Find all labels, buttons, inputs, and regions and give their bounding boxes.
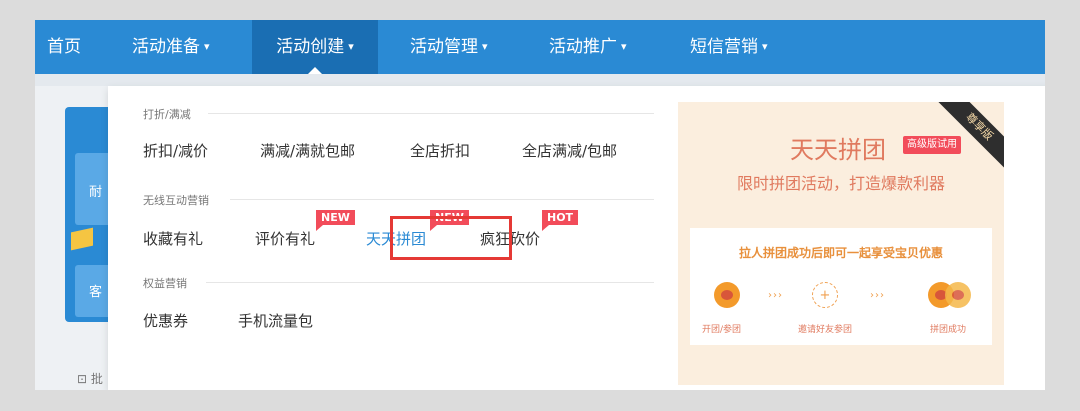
nav-sms-marketing-label: 短信营销 xyxy=(690,37,758,57)
link-review-gift[interactable]: 评价有礼 xyxy=(255,228,315,249)
hot-badge: HOT xyxy=(542,210,579,231)
link-discount[interactable]: 折扣/减价 xyxy=(143,140,208,161)
nav-activity-manage-label: 活动管理 xyxy=(410,37,478,57)
background-button-2-label: 客 xyxy=(89,285,103,300)
nav-activity-create[interactable]: 活动创建 ▾ xyxy=(252,20,378,74)
nav-activity-manage[interactable]: 活动管理 ▾ xyxy=(410,20,488,74)
section-divider xyxy=(206,282,654,283)
link-store-discount[interactable]: 全店折扣 xyxy=(410,140,470,161)
activity-create-dropdown: 打折/满减 折扣/减价 满减/满就包邮 全店折扣 全店满减/包邮 无线互动营销 … xyxy=(108,86,1045,390)
nav-activity-create-label: 活动创建 xyxy=(276,37,345,57)
nav-activity-prepare-label: 活动准备 xyxy=(132,37,200,57)
link-full-reduction[interactable]: 满减/满就包邮 xyxy=(260,140,355,161)
promo-subtitle: 限时拼团活动，打造爆款利器 xyxy=(736,174,945,193)
background-button-1-label: 耐 xyxy=(89,185,103,200)
nav-activity-promote-label: 活动推广 xyxy=(549,37,617,57)
section-title-discount: 打折/满减 xyxy=(143,108,191,121)
link-coupon[interactable]: 优惠券 xyxy=(143,310,188,331)
app-frame: 耐 客 ⊡ 批 码 首页 活动准备▾ 活动创建▾ 活动管理▾ 活动推广▾ 短信营… xyxy=(35,20,1045,390)
promo-title: 天天拼团 xyxy=(790,136,886,164)
mascot-icon xyxy=(714,282,740,308)
batch-link[interactable]: ⊡ 批 xyxy=(77,370,103,387)
arrow-right-icon: ››› xyxy=(870,290,885,301)
step-invite-friends: 邀请好友参团 xyxy=(798,325,853,335)
promo-description: 拉人拼团成功后即可一起享受宝贝优惠 xyxy=(738,246,943,260)
link-store-full-reduction[interactable]: 全店满减/包邮 xyxy=(522,140,617,161)
highlight-box xyxy=(390,216,512,260)
nav-activity-promote[interactable]: 活动推广 ▾ xyxy=(549,20,627,74)
add-friend-icon: + xyxy=(812,282,838,308)
chevron-down-icon: ▾ xyxy=(482,40,488,53)
dropdown-pointer xyxy=(308,67,322,74)
mascot-icon xyxy=(945,282,971,308)
chevron-down-icon: ▾ xyxy=(204,40,210,53)
section-divider xyxy=(230,199,654,200)
link-favorite-gift[interactable]: 收藏有礼 xyxy=(143,228,203,249)
top-navbar: 首页 活动准备 ▾ 活动创建 ▾ 活动管理 ▾ 活动推广 ▾ 短信营销 ▾ xyxy=(35,20,1045,74)
group-buy-promo-card[interactable]: 尊享版 天天拼团 高级版试用 限时拼团活动，打造爆款利器 拉人拼团成功后即可一起… xyxy=(678,102,1004,385)
link-mobile-data[interactable]: 手机流量包 xyxy=(238,310,313,331)
section-title-benefits: 权益营销 xyxy=(143,277,187,290)
section-divider xyxy=(208,113,654,114)
nav-sms-marketing[interactable]: 短信营销 ▾ xyxy=(690,20,768,74)
nav-home[interactable]: 首页 xyxy=(47,20,81,74)
arrow-right-icon: ››› xyxy=(768,290,783,301)
nav-home-label: 首页 xyxy=(47,37,81,57)
promo-steps-panel: 拉人拼团成功后即可一起享受宝贝优惠 ››› + ››› 开团/参团 邀请好友参团… xyxy=(690,228,992,345)
nav-activity-prepare[interactable]: 活动准备 ▾ xyxy=(132,20,210,74)
trial-badge: 高级版试用 xyxy=(903,136,961,154)
section-title-wireless: 无线互动营销 xyxy=(143,194,209,207)
new-badge: NEW xyxy=(316,210,355,231)
chevron-down-icon: ▾ xyxy=(621,40,627,53)
chevron-down-icon: ▾ xyxy=(348,40,354,53)
step-group-success: 拼团成功 xyxy=(930,325,967,335)
chevron-down-icon: ▾ xyxy=(762,40,768,53)
step-open-group: 开团/参团 xyxy=(702,325,742,335)
sub-navbar xyxy=(35,74,1045,86)
